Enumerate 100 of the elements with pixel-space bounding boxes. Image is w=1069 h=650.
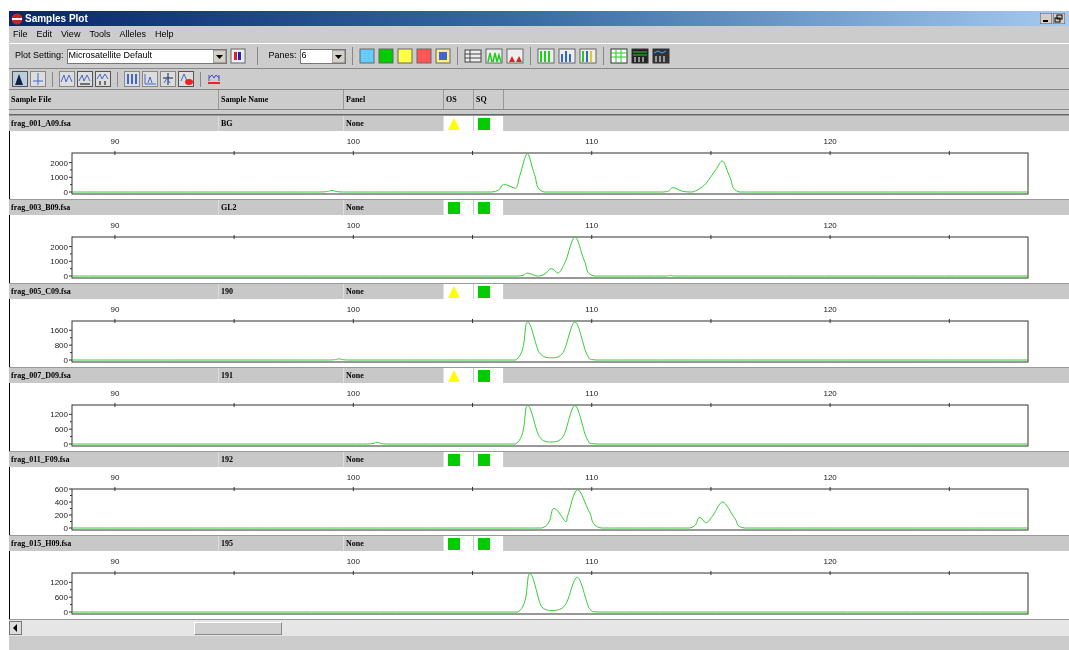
y-tick-label: 1000 [50,173,68,183]
y-tick-label: 200 [54,511,68,520]
window-title: Samples Plot [25,12,88,26]
minimize-icon[interactable] [1040,13,1052,24]
panes-label: Panes: [268,49,297,63]
x-tick-label: 120 [823,221,837,230]
column-header[interactable]: OS [446,93,457,106]
scroll-left-icon[interactable] [9,621,22,635]
x-tick-label: 90 [110,221,120,230]
y-tick-label: 1200 [50,410,68,420]
sample-name: 191 [221,369,233,382]
x-tick-label: 110 [585,473,599,482]
menu-item[interactable]: Edit [36,27,53,42]
y-tick-label: 0 [63,356,68,365]
app-icon [11,12,23,25]
x-tick-label: 110 [585,137,599,146]
x-tick-label: 90 [110,137,120,146]
y-tick-label: 600 [54,485,68,494]
y-tick-label: 2000 [50,242,68,252]
panes-dropdown[interactable]: 6 [299,48,346,64]
x-tick-label: 100 [346,137,360,146]
panel-name: None [346,201,364,214]
y-tick-label: 0 [63,524,68,533]
sample-name: 195 [221,537,233,550]
x-tick-label: 120 [823,473,837,482]
y-tick-label: 2000 [50,158,68,168]
sample-file: frag_001_A09.fsa [11,117,71,130]
dye-icon[interactable] [396,48,413,64]
restore-icon[interactable] [1053,13,1065,24]
y-tick-label: 1200 [50,578,68,588]
sample-file: frag_003_B09.fsa [11,201,71,214]
column-header[interactable]: SQ [476,93,487,106]
peaks-icon[interactable] [207,72,221,86]
dropdown-caret-icon[interactable] [212,49,226,63]
horizontal-scrollbar[interactable] [194,621,282,635]
sample-file: frag_011_F09.fsa [11,453,70,466]
menu-item[interactable]: Alleles [119,27,146,42]
menu-item[interactable]: Tools [89,27,111,42]
y-tick-label: 800 [54,341,68,351]
menu-item[interactable]: View [61,27,81,42]
y-tick-label: 400 [54,498,68,507]
x-tick-label: 120 [823,305,837,314]
sample-file: frag_005_C09.fsa [11,285,71,298]
x-tick-label: 90 [110,557,120,566]
column-header[interactable]: Sample File [11,93,52,106]
x-tick-label: 110 [585,221,599,230]
y-tick-label: 0 [63,440,68,449]
menu-item[interactable]: Help [154,27,174,42]
sample-file: frag_007_D09.fsa [11,369,71,382]
x-tick-label: 100 [346,473,360,482]
y-tick-label: 1000 [50,257,68,267]
sample-name: BG [221,117,233,130]
bars-icon[interactable] [536,48,555,64]
peak-erase-icon[interactable] [178,71,194,87]
x-tick-label: 90 [110,389,120,398]
y-tick-label: 1600 [50,326,68,336]
sample-name: 192 [221,453,233,466]
y-tick-label: 600 [54,425,68,435]
bars-icon[interactable] [557,48,576,64]
all-dyes-icon[interactable] [434,48,451,64]
plot-setting-dropdown[interactable]: Microsatellite Default [66,48,227,64]
y-tick-label: 0 [63,272,68,281]
peaks-icon[interactable] [95,71,111,87]
table-view-icon[interactable] [463,48,482,64]
sample-name: GL2 [221,201,237,214]
panel-name: None [346,285,364,298]
panel-name: None [346,453,364,466]
y-tick-label: 600 [54,593,68,603]
x-tick-label: 120 [823,137,837,146]
x-tick-label: 110 [585,305,599,314]
x-tick-label: 100 [346,389,360,398]
panel-name: None [346,537,364,550]
grid-icon[interactable] [630,48,649,64]
x-tick-label: 120 [823,557,837,566]
peaks-icon[interactable] [59,71,75,87]
x-tick-label: 110 [585,389,599,398]
peaks-icon[interactable] [505,48,524,64]
dye-icon[interactable] [415,48,432,64]
panel-name: None [346,117,364,130]
x-tick-label: 100 [346,305,360,314]
peaks-icon[interactable] [77,71,93,87]
y-tick-label: 0 [63,188,68,197]
plot-settings-icon[interactable] [229,48,246,64]
bars-icon[interactable] [124,71,140,87]
dropdown-caret-icon[interactable] [331,49,345,63]
x-tick-label: 110 [585,557,599,566]
x-tick-label: 100 [346,221,360,230]
sample-name: 190 [221,285,233,298]
column-header[interactable]: Panel [346,93,366,106]
plot-setting-label: Plot Setting: [15,49,64,63]
dye-icon[interactable] [377,48,394,64]
x-tick-label: 100 [346,557,360,566]
menu-item[interactable]: File [13,27,28,42]
x-tick-label: 120 [823,389,837,398]
panel-name: None [346,369,364,382]
column-header[interactable]: Sample Name [221,93,269,106]
x-tick-label: 90 [110,473,120,482]
color-bars-icon[interactable] [578,48,597,64]
grid-icon[interactable] [651,48,670,64]
x-tick-label: 90 [110,305,120,314]
